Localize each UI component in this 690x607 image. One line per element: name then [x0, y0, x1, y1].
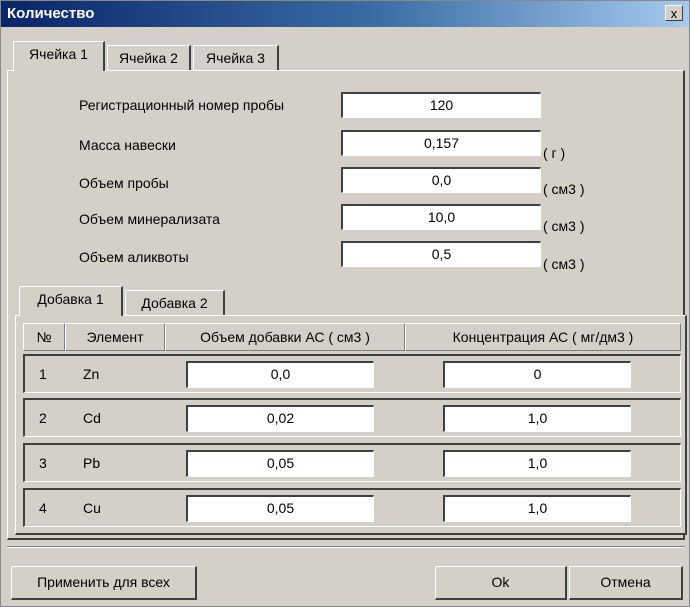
row-number: 2 — [39, 410, 47, 426]
sample-mass-input[interactable]: 0,157 — [341, 130, 541, 156]
ok-button[interactable]: Ok — [435, 566, 567, 600]
volume-input[interactable]: 0,05 — [186, 495, 374, 522]
header-volume: Объем добавки АС ( см3 ) — [165, 323, 405, 351]
concentration-input[interactable]: 1,0 — [443, 405, 631, 432]
row-element: Zn — [83, 366, 100, 382]
tab-cell-1[interactable]: Ячейка 1 — [13, 41, 105, 71]
table-row: 1 Zn 0,0 0 — [23, 354, 681, 393]
close-button[interactable]: x — [665, 5, 683, 21]
row-element: Pb — [83, 455, 101, 471]
row-number: 3 — [39, 455, 47, 471]
unit-mineralizate-volume: ( см3 ) — [543, 218, 585, 234]
label-mineralizate-volume: Объем минерализата — [79, 211, 220, 227]
volume-input[interactable]: 0,02 — [186, 405, 374, 432]
table-row: 3 Pb 0,05 1,0 — [23, 443, 681, 482]
quantity-dialog: Количество x Ячейка 1 Ячейка 2 Ячейка 3 … — [0, 0, 690, 607]
window-title: Количество — [7, 5, 95, 22]
row-number: 4 — [39, 500, 47, 516]
registration-number-input[interactable]: 120 — [341, 92, 541, 118]
label-aliquot-volume: Объем аликвоты — [79, 249, 189, 265]
volume-input[interactable]: 0,0 — [186, 361, 374, 388]
title-bar[interactable]: Количество x — [1, 1, 689, 27]
tab-additive-1[interactable]: Добавка 1 — [19, 286, 123, 316]
volume-input[interactable]: 0,05 — [186, 450, 374, 477]
concentration-input[interactable]: 1,0 — [443, 495, 631, 522]
header-element: Элемент — [65, 323, 165, 351]
row-element: Cu — [83, 500, 101, 516]
sample-volume-input[interactable]: 0,0 — [341, 167, 541, 193]
concentration-input[interactable]: 0 — [443, 361, 631, 388]
header-concentration: Концентрация АС ( мг/дм3 ) — [405, 323, 681, 351]
unit-sample-volume: ( см3 ) — [543, 181, 585, 197]
row-number: 1 — [39, 366, 47, 382]
header-number: № — [23, 323, 65, 351]
concentration-input[interactable]: 1,0 — [443, 450, 631, 477]
tab-cell-3[interactable]: Ячейка 3 — [193, 45, 279, 71]
label-sample-volume: Объем пробы — [79, 175, 169, 191]
tab-cell-2[interactable]: Ячейка 2 — [107, 45, 191, 71]
label-sample-mass: Масса навески — [79, 137, 176, 153]
apply-all-button[interactable]: Применить для всех — [11, 566, 197, 600]
table-row: 4 Cu 0,05 1,0 — [23, 488, 681, 527]
table-row: 2 Cd 0,02 1,0 — [23, 398, 681, 437]
unit-sample-mass: ( г ) — [543, 145, 566, 161]
label-registration-number: Регистрационный номер пробы — [79, 97, 285, 113]
divider — [7, 546, 685, 548]
aliquot-volume-input[interactable]: 0,5 — [341, 241, 541, 267]
tab-additive-2[interactable]: Добавка 2 — [125, 290, 225, 316]
unit-aliquot-volume: ( см3 ) — [543, 256, 585, 272]
cancel-button[interactable]: Отмена — [569, 566, 683, 600]
mineralizate-volume-input[interactable]: 10,0 — [341, 204, 541, 230]
row-element: Cd — [83, 410, 101, 426]
